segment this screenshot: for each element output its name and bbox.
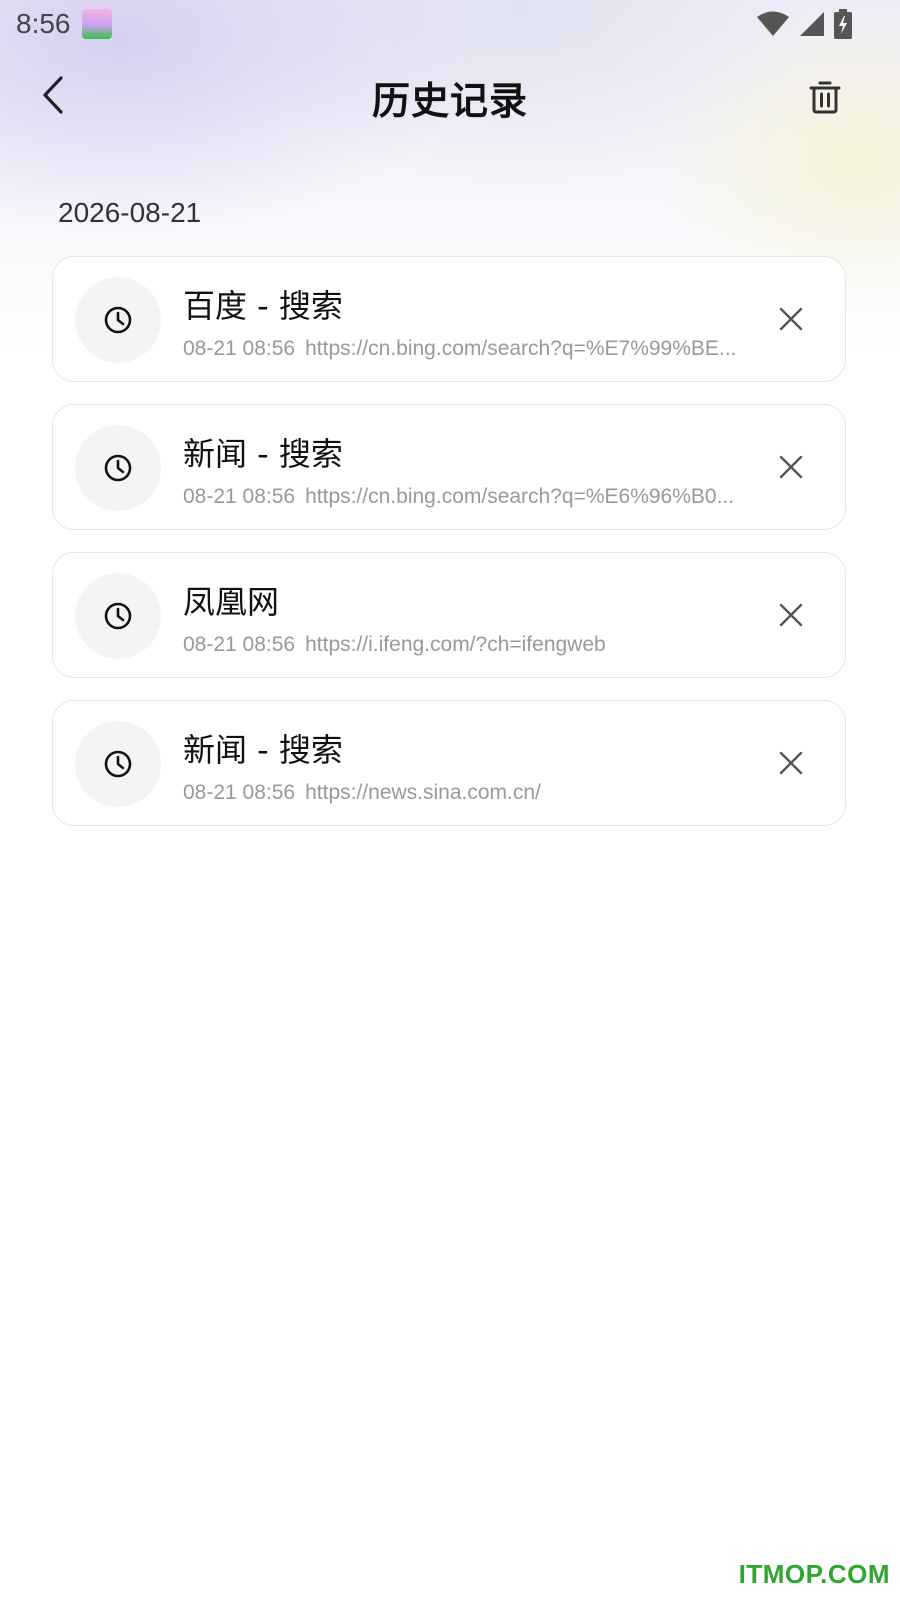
trash-icon bbox=[809, 81, 841, 114]
history-item[interactable]: 凤凰网 08-21 08:56 https://i.ifeng.com/?ch=i… bbox=[52, 552, 846, 678]
wifi-icon bbox=[757, 11, 789, 36]
history-item-meta: 08-21 08:56 https://cn.bing.com/search?q=… bbox=[183, 337, 743, 361]
clock-icon-container bbox=[75, 277, 161, 363]
battery-charging-icon bbox=[834, 9, 852, 39]
signal-icon bbox=[800, 12, 824, 36]
status-bar: 8:56 bbox=[0, 0, 900, 50]
history-item-time: 08-21 08:56 bbox=[183, 485, 296, 508]
app-notification-icon bbox=[82, 9, 112, 39]
clock-icon bbox=[104, 602, 132, 630]
clock-icon bbox=[104, 750, 132, 778]
history-item-meta: 08-21 08:56 https://cn.bing.com/search?q=… bbox=[183, 485, 743, 509]
close-icon bbox=[779, 751, 803, 775]
page-title: 历史记录 bbox=[371, 79, 528, 123]
history-item-url: https://cn.bing.com/search?q=%E7%99%BE..… bbox=[305, 337, 737, 360]
history-item-meta: 08-21 08:56 https://i.ifeng.com/?ch=ifeng… bbox=[183, 633, 743, 657]
app-header: 历史记录 bbox=[0, 56, 900, 136]
history-item-time: 08-21 08:56 bbox=[183, 781, 296, 804]
history-item-url: https://cn.bing.com/search?q=%E6%96%B0..… bbox=[305, 485, 735, 508]
history-item-title: 凤凰网 bbox=[183, 583, 280, 621]
clock-icon-container bbox=[75, 721, 161, 807]
remove-item-button[interactable] bbox=[767, 295, 815, 343]
status-time: 8:56 bbox=[16, 8, 71, 39]
watermark-text: ITMOP.COM bbox=[738, 1559, 890, 1589]
history-screen: 8:56 历史记录 2026-08-21 百度 - 搜索 08-21 08:56… bbox=[0, 0, 900, 1600]
history-item-url: https://news.sina.com.cn/ bbox=[305, 781, 541, 804]
clear-history-button[interactable] bbox=[802, 74, 848, 120]
history-item[interactable]: 百度 - 搜索 08-21 08:56 https://cn.bing.com/s… bbox=[52, 256, 846, 382]
history-date-label: 2026-08-21 bbox=[58, 197, 202, 228]
clock-icon-container bbox=[75, 425, 161, 511]
history-item[interactable]: 新闻 - 搜索 08-21 08:56 https://news.sina.com… bbox=[52, 700, 846, 826]
close-icon bbox=[779, 455, 803, 479]
clock-icon bbox=[104, 454, 132, 482]
history-item[interactable]: 新闻 - 搜索 08-21 08:56 https://cn.bing.com/s… bbox=[52, 404, 846, 530]
history-item-title: 百度 - 搜索 bbox=[183, 287, 343, 325]
remove-item-button[interactable] bbox=[767, 591, 815, 639]
close-icon bbox=[779, 307, 803, 331]
history-list: 百度 - 搜索 08-21 08:56 https://cn.bing.com/s… bbox=[52, 256, 848, 848]
status-icons bbox=[756, 8, 852, 40]
history-item-time: 08-21 08:56 bbox=[183, 633, 296, 656]
history-item-time: 08-21 08:56 bbox=[183, 337, 296, 360]
history-item-meta: 08-21 08:56 https://news.sina.com.cn/ bbox=[183, 781, 743, 805]
remove-item-button[interactable] bbox=[767, 443, 815, 491]
history-item-title: 新闻 - 搜索 bbox=[183, 435, 343, 473]
history-item-title: 新闻 - 搜索 bbox=[183, 731, 343, 769]
clock-icon bbox=[104, 306, 132, 334]
history-item-url: https://i.ifeng.com/?ch=ifengweb bbox=[305, 633, 606, 656]
clock-icon-container bbox=[75, 573, 161, 659]
close-icon bbox=[779, 603, 803, 627]
remove-item-button[interactable] bbox=[767, 739, 815, 787]
